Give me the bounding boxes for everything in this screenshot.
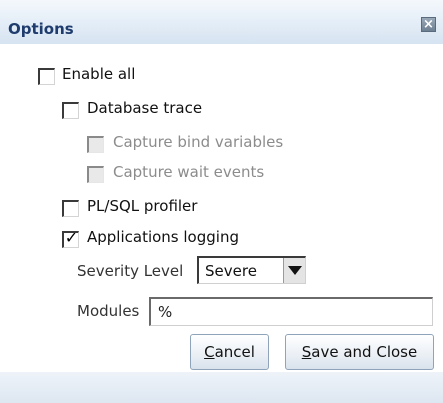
modules-label: Modules xyxy=(77,302,140,320)
dialog-footer xyxy=(0,372,443,403)
capture-bind-variables-checkbox xyxy=(87,136,104,153)
severity-level-label: Severity Level xyxy=(77,262,184,280)
severity-level-value: Severe xyxy=(205,262,257,280)
checkmark-icon: ✓ xyxy=(64,228,79,247)
capture-bind-variables-label: Capture bind variables xyxy=(113,133,284,151)
enable-all-label: Enable all xyxy=(62,65,136,83)
database-trace-checkbox[interactable] xyxy=(62,102,79,119)
database-trace-label: Database trace xyxy=(87,99,203,117)
dialog-titlebar: Options × xyxy=(0,0,443,44)
chevron-down-icon[interactable] xyxy=(283,258,305,283)
modules-input[interactable] xyxy=(149,297,433,326)
capture-wait-events-checkbox xyxy=(87,166,104,183)
enable-all-checkbox[interactable] xyxy=(38,68,55,85)
close-icon[interactable]: × xyxy=(421,17,436,32)
severity-level-select[interactable]: Severe xyxy=(197,256,306,284)
applications-logging-checkbox[interactable]: ✓ xyxy=(62,228,79,248)
options-dialog: Options × Enable all Database trace Capt… xyxy=(0,0,443,403)
plsql-profiler-checkbox[interactable] xyxy=(62,200,79,217)
capture-wait-events-label: Capture wait events xyxy=(113,163,265,181)
cancel-button[interactable]: Cancel xyxy=(190,334,269,370)
applications-logging-label: Applications logging xyxy=(87,228,239,246)
dialog-title: Options xyxy=(8,20,74,38)
save-and-close-button[interactable]: Save and Close xyxy=(285,334,434,370)
plsql-profiler-label: PL/SQL profiler xyxy=(87,197,198,215)
